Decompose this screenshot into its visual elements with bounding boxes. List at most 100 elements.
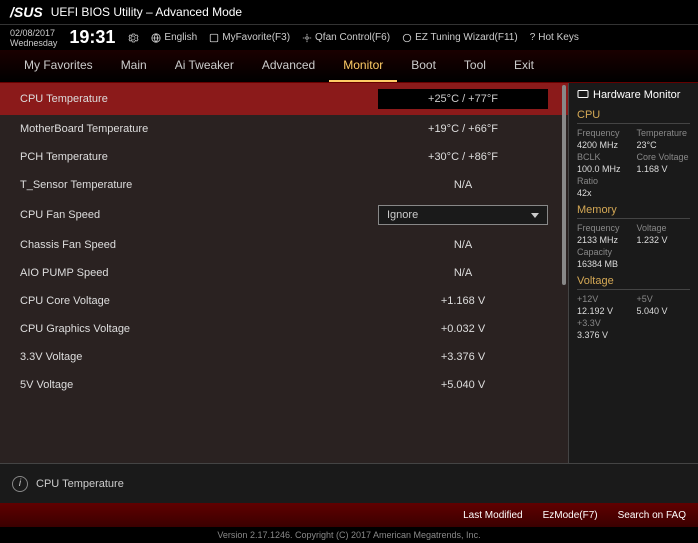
sb-label: Core Voltage <box>637 152 691 162</box>
footer-actions: Last Modified EzMode(F7) Search on FAQ <box>0 503 698 527</box>
sb-value: 4200 MHz <box>577 140 631 150</box>
hardware-monitor-sidebar: Hardware Monitor CPU Frequency Temperatu… <box>568 83 698 463</box>
sb-label: BCLK <box>577 152 631 162</box>
sb-label: Ratio <box>577 176 631 186</box>
last-modified-button[interactable]: Last Modified <box>463 510 522 521</box>
sb-value: 100.0 MHz <box>577 164 631 174</box>
row-label: 3.3V Voltage <box>20 351 378 363</box>
sb-label: Frequency <box>577 128 631 138</box>
row-5v[interactable]: 5V Voltage +5.040 V <box>0 371 568 399</box>
sb-label: +3.3V <box>577 318 631 328</box>
sidebar-voltage-heading: Voltage <box>577 275 690 290</box>
sb-value: 5.040 V <box>637 306 691 316</box>
sb-label: Voltage <box>637 223 691 233</box>
asus-logo: /SUS <box>10 4 43 20</box>
row-label: CPU Graphics Voltage <box>20 323 378 335</box>
date: 02/08/2017 <box>10 28 57 38</box>
copyright: Version 2.17.1246. Copyright (C) 2017 Am… <box>0 527 698 543</box>
row-mb-temp[interactable]: MotherBoard Temperature +19°C / +66°F <box>0 115 568 143</box>
sb-value: 42x <box>577 188 631 198</box>
sb-label: +12V <box>577 294 631 304</box>
row-cpu-graphicsv[interactable]: CPU Graphics Voltage +0.032 V <box>0 315 568 343</box>
language-selector[interactable]: English <box>151 32 197 43</box>
row-chassis-fan[interactable]: Chassis Fan Speed N/A <box>0 231 568 259</box>
monitor-icon <box>577 89 589 101</box>
hotkey-icon: ? <box>530 32 536 43</box>
sb-value: 1.232 V <box>637 235 691 245</box>
datetime: 02/08/2017 Wednesday <box>10 28 57 48</box>
row-label: PCH Temperature <box>20 151 378 163</box>
sb-value: 16384 MB <box>577 259 631 269</box>
sidebar-cpu-heading: CPU <box>577 109 690 124</box>
row-label: CPU Temperature <box>20 93 378 105</box>
sb-value: 2133 MHz <box>577 235 631 245</box>
row-value: N/A <box>378 267 548 279</box>
row-label: CPU Fan Speed <box>20 209 378 221</box>
row-label: 5V Voltage <box>20 379 378 391</box>
main-area: CPU Temperature +25°C / +77°F MotherBoar… <box>0 83 698 463</box>
row-cpu-fan[interactable]: CPU Fan Speed Ignore <box>0 199 568 231</box>
sb-label: Frequency <box>577 223 631 233</box>
row-value: N/A <box>378 239 548 251</box>
day: Wednesday <box>10 38 57 48</box>
header: /SUS UEFI BIOS Utility – Advanced Mode <box>0 0 698 25</box>
row-label: MotherBoard Temperature <box>20 123 378 135</box>
row-label: CPU Core Voltage <box>20 295 378 307</box>
row-label: AIO PUMP Speed <box>20 267 378 279</box>
tab-aitweaker[interactable]: Ai Tweaker <box>161 50 248 82</box>
row-33v[interactable]: 3.3V Voltage +3.376 V <box>0 343 568 371</box>
row-label: T_Sensor Temperature <box>20 179 378 191</box>
fan-icon <box>302 33 312 43</box>
sb-value: 1.168 V <box>637 164 691 174</box>
row-aio-pump[interactable]: AIO PUMP Speed N/A <box>0 259 568 287</box>
row-value: +5.040 V <box>378 379 548 391</box>
hotkeys-button[interactable]: ? Hot Keys <box>530 32 579 43</box>
search-faq-button[interactable]: Search on FAQ <box>618 510 686 521</box>
tab-myfavorites[interactable]: My Favorites <box>10 50 107 82</box>
row-value: +25°C / +77°F <box>378 89 548 109</box>
sb-value: 12.192 V <box>577 306 631 316</box>
tab-monitor[interactable]: Monitor <box>329 50 397 82</box>
chevron-down-icon <box>531 213 539 218</box>
sb-value: 23°C <box>637 140 691 150</box>
tab-main[interactable]: Main <box>107 50 161 82</box>
bios-title: UEFI BIOS Utility – Advanced Mode <box>51 5 242 19</box>
monitor-content: CPU Temperature +25°C / +77°F MotherBoar… <box>0 83 568 463</box>
sb-label: Capacity <box>577 247 631 257</box>
row-value: +1.168 V <box>378 295 548 307</box>
globe-icon <box>151 33 161 43</box>
tab-boot[interactable]: Boot <box>397 50 450 82</box>
tab-exit[interactable]: Exit <box>500 50 548 82</box>
row-value: +0.032 V <box>378 323 548 335</box>
sidebar-title: Hardware Monitor <box>577 89 690 101</box>
row-tsensor-temp[interactable]: T_Sensor Temperature N/A <box>0 171 568 199</box>
cpu-fan-dropdown[interactable]: Ignore <box>378 205 548 225</box>
row-label: Chassis Fan Speed <box>20 239 378 251</box>
sb-label: Temperature <box>637 128 691 138</box>
tab-advanced[interactable]: Advanced <box>248 50 329 82</box>
ezmode-button[interactable]: EzMode(F7) <box>543 510 598 521</box>
row-cpu-temp[interactable]: CPU Temperature +25°C / +77°F <box>0 83 568 115</box>
wizard-icon <box>402 33 412 43</box>
row-pch-temp[interactable]: PCH Temperature +30°C / +86°F <box>0 143 568 171</box>
row-cpu-corev[interactable]: CPU Core Voltage +1.168 V <box>0 287 568 315</box>
sb-value: 3.376 V <box>577 330 631 340</box>
favorite-icon <box>209 33 219 43</box>
scrollbar[interactable] <box>562 85 566 285</box>
sidebar-memory-heading: Memory <box>577 204 690 219</box>
tab-tool[interactable]: Tool <box>450 50 500 82</box>
info-text: CPU Temperature <box>36 478 124 490</box>
row-value: N/A <box>378 179 548 191</box>
info-icon: i <box>12 476 28 492</box>
settings-gear-icon[interactable] <box>127 32 139 44</box>
time: 19:31 <box>69 27 115 48</box>
eztuning-button[interactable]: EZ Tuning Wizard(F11) <box>402 32 518 43</box>
row-value: +30°C / +86°F <box>378 151 548 163</box>
info-bar: i CPU Temperature <box>0 463 698 503</box>
main-tabs: My Favorites Main Ai Tweaker Advanced Mo… <box>0 50 698 83</box>
qfan-button[interactable]: Qfan Control(F6) <box>302 32 390 43</box>
topbar: 02/08/2017 Wednesday 19:31 English MyFav… <box>0 25 698 50</box>
myfavorite-button[interactable]: MyFavorite(F3) <box>209 32 290 43</box>
sb-label: +5V <box>637 294 691 304</box>
row-value: +3.376 V <box>378 351 548 363</box>
